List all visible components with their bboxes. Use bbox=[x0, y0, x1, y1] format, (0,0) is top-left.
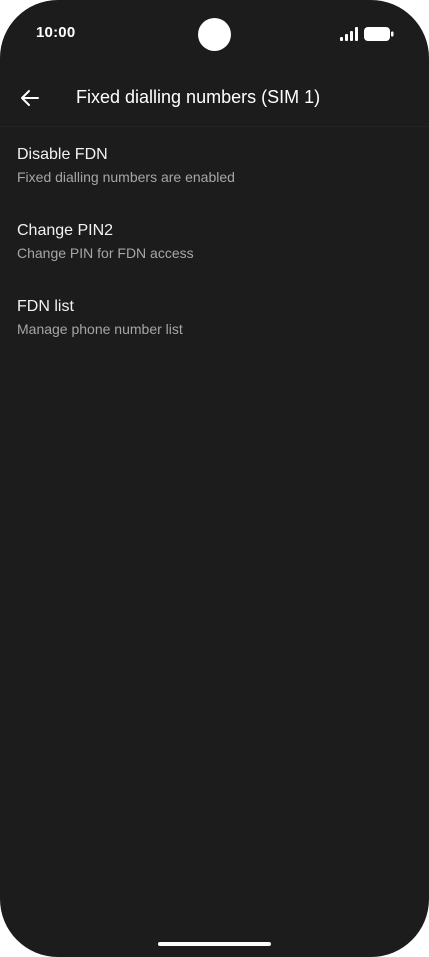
page-title: Fixed dialling numbers (SIM 1) bbox=[76, 87, 321, 107]
signal-icon bbox=[340, 27, 358, 41]
list-item-title: Change PIN2 bbox=[17, 222, 114, 239]
arrow-left-icon bbox=[21, 90, 39, 106]
home-indicator[interactable] bbox=[158, 942, 271, 946]
front-camera-cutout bbox=[198, 18, 231, 51]
disable-fdn-item[interactable]: Disable FDN Fixed dialling numbers are e… bbox=[0, 130, 429, 206]
phone-screen: 10:00 Fixed dialling numbers (SIM 1) Dis… bbox=[0, 0, 429, 957]
settings-list: Disable FDN Fixed dialling numbers are e… bbox=[0, 130, 429, 358]
battery-icon bbox=[364, 27, 394, 41]
list-item-subtitle: Manage phone number list bbox=[17, 321, 183, 337]
status-time: 10:00 bbox=[36, 24, 76, 41]
list-item-subtitle: Change PIN for FDN access bbox=[17, 245, 194, 261]
fdn-list-item[interactable]: FDN list Manage phone number list bbox=[0, 282, 429, 358]
change-pin2-item[interactable]: Change PIN2 Change PIN for FDN access bbox=[0, 206, 429, 282]
list-item-title: Disable FDN bbox=[17, 146, 108, 163]
app-bar: Fixed dialling numbers (SIM 1) bbox=[0, 70, 429, 127]
list-item-title: FDN list bbox=[17, 298, 74, 315]
back-button[interactable] bbox=[12, 78, 48, 118]
status-bar: 10:00 bbox=[0, 0, 429, 66]
list-item-subtitle: Fixed dialling numbers are enabled bbox=[17, 169, 235, 185]
